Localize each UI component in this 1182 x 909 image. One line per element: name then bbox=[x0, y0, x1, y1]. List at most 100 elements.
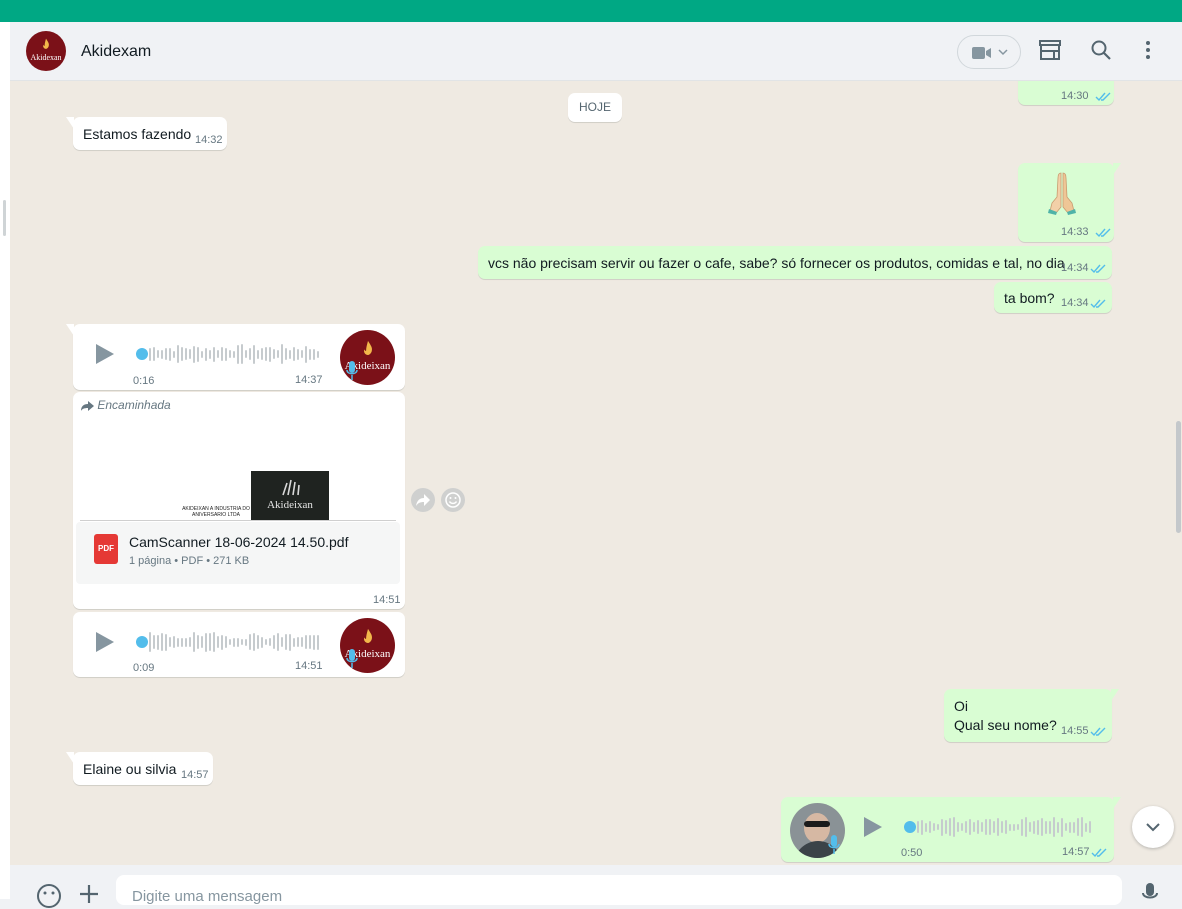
audio-waveform[interactable] bbox=[149, 344, 319, 364]
message-bubble-out[interactable]: vcs não precisam servir ou fazer o cafe,… bbox=[478, 246, 1112, 279]
voice-message-in[interactable]: 0:09 14:51 Akideixan bbox=[73, 612, 405, 677]
menu-dots-icon[interactable] bbox=[1145, 39, 1151, 61]
chevron-down-icon bbox=[1146, 823, 1160, 832]
audio-waveform[interactable] bbox=[917, 817, 1091, 837]
attach-plus-icon[interactable] bbox=[78, 883, 100, 905]
waveform-bar bbox=[925, 822, 927, 832]
contact-avatar[interactable]: Akidexan bbox=[26, 31, 66, 71]
audio-duration: 0:16 bbox=[133, 375, 155, 387]
contact-name[interactable]: Akidexam bbox=[81, 43, 151, 61]
waveform-bar bbox=[1049, 820, 1051, 834]
waveform-bar bbox=[313, 348, 315, 360]
document-preview-caption: AKIDEIXAN A INDUSTRIA DO ANIVERSARIO LTD… bbox=[182, 506, 250, 518]
waveform-bar bbox=[1029, 822, 1031, 832]
message-time: 14:57 bbox=[181, 769, 209, 781]
waveform-bar bbox=[941, 818, 943, 836]
play-icon[interactable] bbox=[864, 817, 882, 837]
waveform-bar bbox=[229, 350, 231, 358]
waveform-bar bbox=[273, 349, 275, 359]
search-icon[interactable] bbox=[1090, 39, 1112, 61]
waveform-bar bbox=[997, 818, 999, 836]
react-button[interactable] bbox=[441, 488, 465, 512]
waveform-bar bbox=[285, 634, 287, 650]
message-text-line-1: Oi bbox=[954, 698, 968, 714]
double-check-icon bbox=[1095, 228, 1111, 238]
audio-scrubber[interactable] bbox=[136, 348, 148, 360]
waveform-bar bbox=[169, 347, 171, 361]
voice-message-out[interactable]: 0:50 14:57 bbox=[781, 797, 1121, 862]
waveform-bar bbox=[213, 346, 215, 362]
waveform-bar bbox=[205, 632, 207, 652]
chat-scrollbar[interactable] bbox=[1176, 421, 1181, 533]
waveform-bar bbox=[217, 350, 219, 358]
message-bubble-out-partial[interactable]: 14:30 bbox=[1018, 81, 1114, 105]
resize-handle[interactable] bbox=[3, 200, 6, 236]
message-time: 14:51 bbox=[295, 660, 323, 672]
document-file-name: CamScanner 18-06-2024 14.50.pdf bbox=[129, 534, 349, 550]
waveform-bar bbox=[157, 634, 159, 650]
forwarded-label: Encaminhada bbox=[81, 398, 171, 412]
waveform-bar bbox=[961, 823, 963, 831]
audio-duration: 0:50 bbox=[901, 847, 923, 859]
waveform-bar bbox=[153, 635, 155, 649]
play-icon[interactable] bbox=[96, 632, 114, 652]
message-bubble-in[interactable]: Elaine ou silvia 14:57 bbox=[66, 752, 213, 785]
waveform-bar bbox=[277, 350, 279, 358]
message-bubble-in[interactable]: Estamos fazendo 14:32 bbox=[66, 117, 227, 150]
waveform-bar bbox=[989, 819, 991, 835]
smiley-icon bbox=[445, 492, 461, 508]
waveform-bar bbox=[149, 632, 151, 652]
waveform-bar bbox=[201, 350, 203, 358]
forward-button[interactable] bbox=[411, 488, 435, 512]
waveform-bar bbox=[1013, 823, 1015, 831]
waveform-bar bbox=[233, 637, 235, 647]
document-file-card[interactable]: PDF CamScanner 18-06-2024 14.50.pdf 1 pá… bbox=[76, 522, 400, 584]
message-text: ta bom? bbox=[1004, 290, 1055, 306]
waveform-bar bbox=[177, 637, 179, 647]
video-call-button[interactable] bbox=[957, 35, 1021, 69]
audio-waveform[interactable] bbox=[149, 632, 319, 652]
message-list[interactable]: 14:30 HOJE Estamos fazendo 14:32 14:33 v… bbox=[10, 81, 1182, 865]
waveform-bar bbox=[1005, 820, 1007, 834]
play-icon[interactable] bbox=[96, 344, 114, 364]
message-input[interactable]: Digite uma mensagem bbox=[116, 875, 1122, 905]
waveform-bar bbox=[169, 637, 171, 647]
waveform-bar bbox=[161, 633, 163, 651]
audio-scrubber[interactable] bbox=[904, 821, 916, 833]
document-message-in[interactable]: Encaminhada Akideixan AKIDEIXAN A INDUST… bbox=[73, 392, 405, 609]
double-check-icon bbox=[1095, 92, 1111, 102]
document-flame-logo-icon bbox=[282, 479, 300, 496]
voice-record-icon[interactable] bbox=[1142, 883, 1158, 903]
waveform-bar bbox=[1009, 823, 1011, 831]
voice-message-in[interactable]: 0:16 14:37 Akideixan bbox=[66, 324, 405, 390]
waveform-bar bbox=[289, 633, 291, 651]
waveform-bar bbox=[173, 350, 175, 358]
waveform-bar bbox=[969, 819, 971, 835]
emoji-icon[interactable] bbox=[36, 883, 62, 909]
document-file-meta: 1 página • PDF • 271 KB bbox=[129, 555, 250, 567]
waveform-bar bbox=[261, 636, 263, 648]
message-input-placeholder: Digite uma mensagem bbox=[132, 888, 283, 905]
waveform-bar bbox=[1017, 824, 1019, 830]
waveform-bar bbox=[189, 349, 191, 359]
waveform-bar bbox=[165, 348, 167, 360]
microphone-icon bbox=[828, 835, 840, 854]
double-check-icon bbox=[1090, 264, 1106, 274]
message-bubble-out-emoji[interactable]: 14:33 bbox=[1018, 163, 1121, 242]
document-preview[interactable]: Akideixan AKIDEIXAN A INDUSTRIA DO ANIVE… bbox=[80, 422, 396, 521]
store-icon[interactable] bbox=[1038, 39, 1062, 61]
waveform-bar bbox=[917, 821, 919, 833]
waveform-bar bbox=[1081, 817, 1083, 837]
waveform-bar bbox=[249, 634, 251, 650]
waveform-bar bbox=[193, 345, 195, 363]
scroll-to-bottom-button[interactable] bbox=[1132, 806, 1174, 848]
message-bubble-out[interactable]: ta bom? 14:34 bbox=[994, 282, 1112, 313]
waveform-bar bbox=[993, 821, 995, 833]
message-bubble-out[interactable]: Oi Qual seu nome? 14:55 bbox=[944, 689, 1119, 742]
waveform-bar bbox=[173, 636, 175, 648]
audio-scrubber[interactable] bbox=[136, 636, 148, 648]
bubble-tail bbox=[1113, 163, 1121, 175]
waveform-bar bbox=[245, 350, 247, 358]
waveform-bar bbox=[297, 637, 299, 647]
waveform-bar bbox=[317, 350, 319, 358]
